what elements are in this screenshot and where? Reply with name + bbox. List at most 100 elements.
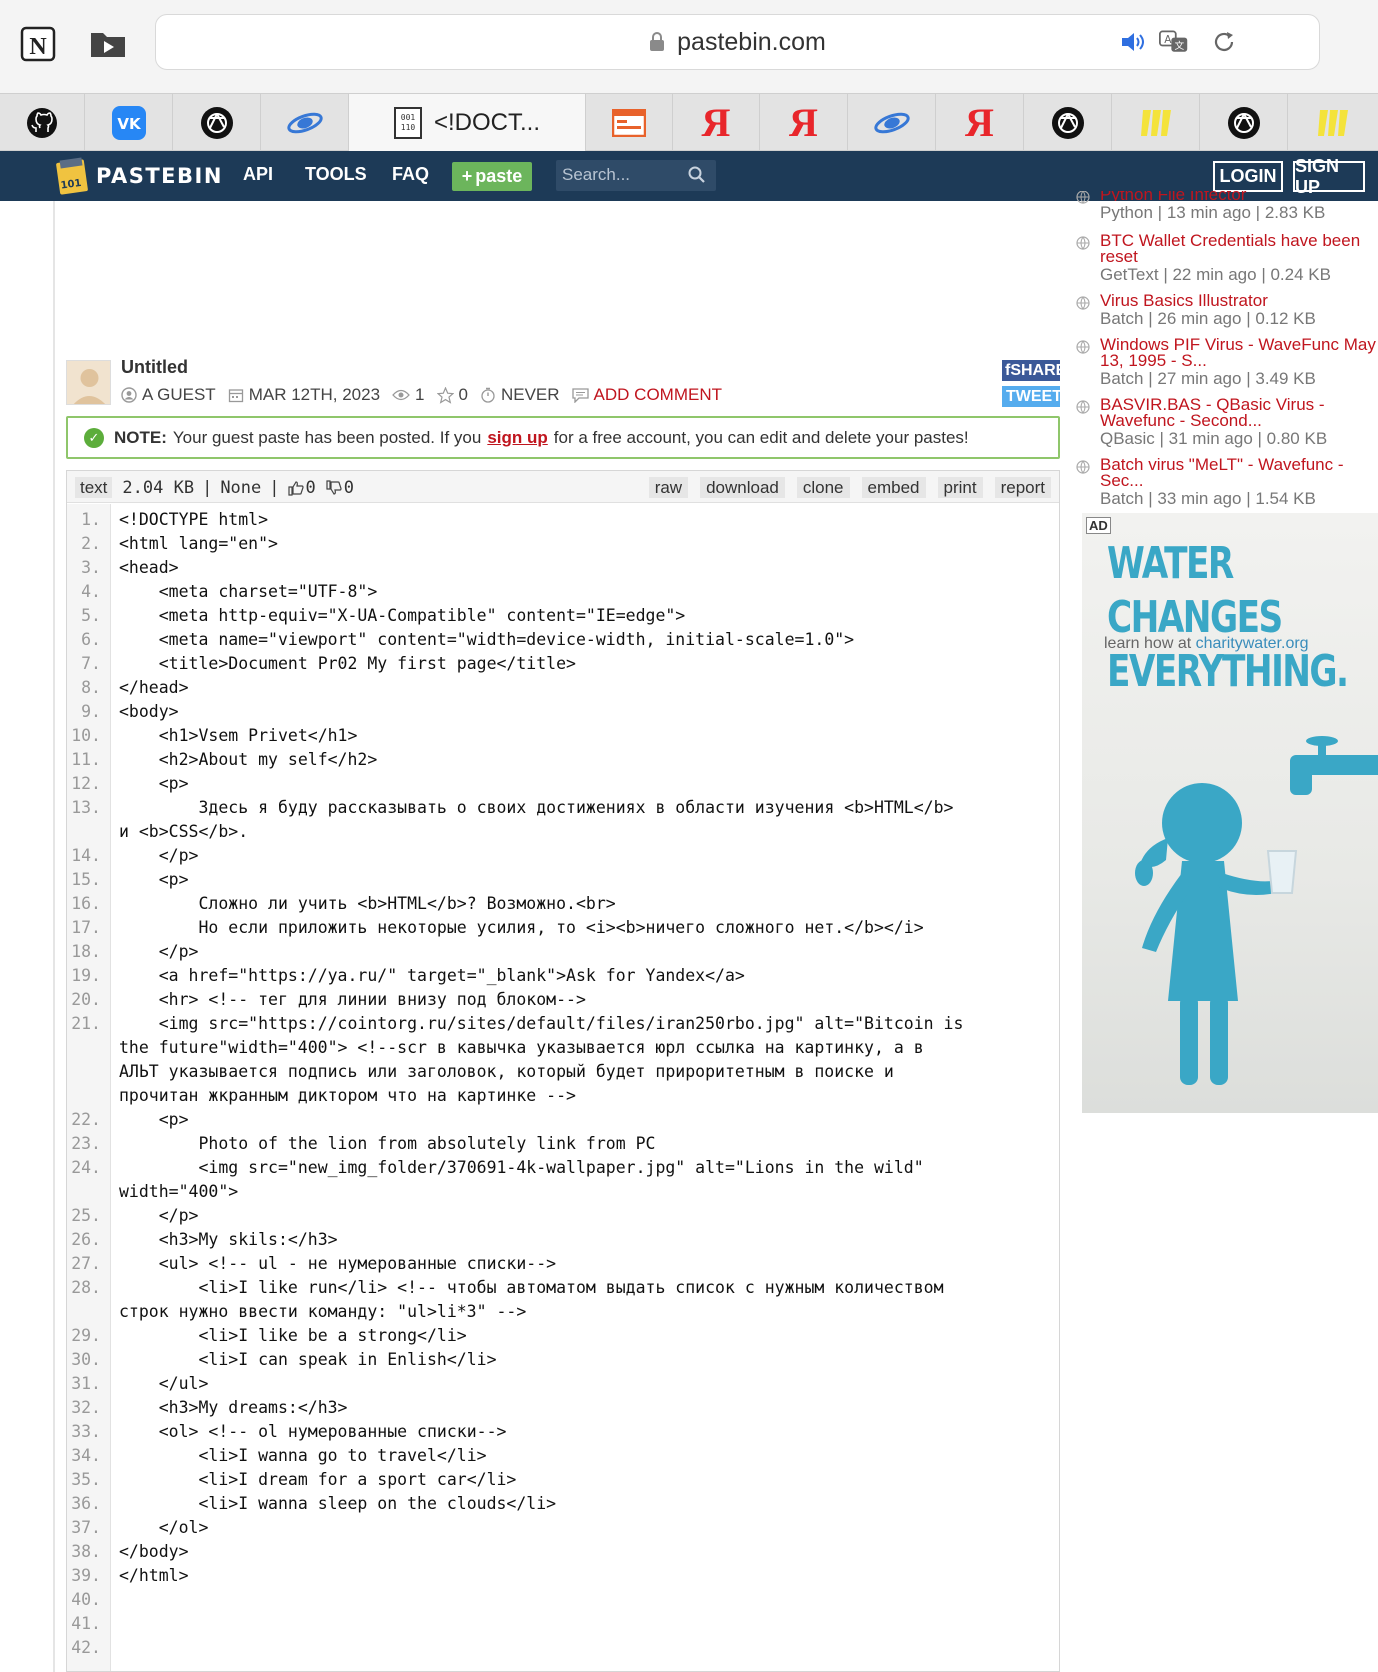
translate-icon[interactable]: A文 (1159, 27, 1189, 57)
code-line: 5. <meta http-equiv="X-UA-Compatible" co… (67, 604, 1059, 628)
recent-paste-item[interactable]: Batch virus "MeLT" - Wavefunc - Sec... B… (1072, 457, 1378, 509)
search-icon[interactable] (688, 166, 706, 184)
code-text: <li>I like be a strong</li> (119, 1326, 467, 1345)
search-input[interactable] (562, 165, 682, 185)
meta-comment[interactable]: ADD COMMENT (571, 385, 722, 405)
nav-api[interactable]: API (243, 164, 273, 185)
line-number: 35. (71, 1470, 101, 1489)
ad-link[interactable]: charitywater.org (1196, 635, 1309, 652)
print-button[interactable]: print (937, 477, 983, 498)
tab-saturn-2[interactable] (848, 94, 936, 151)
meta-views: 1 (392, 385, 425, 405)
like-button[interactable]: 0 (287, 478, 316, 498)
tab-yandex-3[interactable]: Я (936, 94, 1024, 151)
svg-text:A: A (1164, 34, 1172, 46)
tab-vk[interactable]: VK (85, 94, 173, 151)
tab-stripes-2[interactable] (1288, 94, 1378, 151)
notion-icon[interactable]: N (14, 20, 62, 68)
code-line: 36. <li>I wanna sleep on the clouds</li> (67, 1492, 1059, 1516)
recent-lang: Python (1100, 203, 1153, 221)
recent-paste-title[interactable]: Batch virus "MeLT" - Wavefunc - Sec... (1100, 457, 1378, 489)
reload-icon[interactable] (1209, 27, 1239, 57)
ad-subtext: learn how at charitywater.org (1104, 635, 1309, 653)
syntax-badge[interactable]: text (75, 477, 113, 498)
site-logo[interactable]: 101 PASTEBIN (56, 157, 223, 195)
code-toolbar: text 2.04 KB | None | 0 0 raw download c… (67, 471, 1059, 503)
thumbs-up-icon (287, 480, 304, 496)
tab-window[interactable] (586, 94, 673, 151)
meta-stars[interactable]: 0 (436, 385, 468, 405)
recent-paste-item[interactable]: Python File Infector Python | 13 min ago… (1072, 191, 1378, 221)
line-number: 21. (71, 1014, 101, 1033)
tab-openai-3[interactable] (1200, 94, 1288, 151)
nav-faq[interactable]: FAQ (392, 164, 429, 185)
tab-yandex-1[interactable]: Я (673, 94, 760, 151)
signup-link[interactable]: sign up (487, 428, 547, 448)
meta-author[interactable]: A GUEST (121, 385, 216, 405)
tab-github[interactable] (0, 94, 85, 151)
report-button[interactable]: report (994, 477, 1051, 498)
openai-icon (1227, 106, 1260, 139)
tab-stripes[interactable] (1112, 94, 1200, 151)
code-line: 22. <p> (67, 1108, 1059, 1132)
share-button[interactable]: fSHARE (1002, 360, 1060, 381)
recent-size: 3.49 KB (1255, 369, 1316, 388)
code-text: <h3>My dreams:</h3> (119, 1398, 348, 1417)
url-text: pastebin.com (677, 27, 826, 56)
speaker-icon[interactable] (1119, 27, 1149, 57)
line-number: 7. (81, 654, 101, 673)
yandex-icon: Я (789, 100, 818, 145)
tab-openai-2[interactable] (1024, 94, 1112, 151)
avatar (66, 360, 111, 405)
embed-button[interactable]: embed (861, 477, 926, 498)
code-text: <a href="https://ya.ru/" target="_blank"… (119, 966, 745, 985)
line-number: 40. (71, 1590, 101, 1609)
line-number: 30. (71, 1350, 101, 1369)
tab-active-paste[interactable]: 001 110 <!DOCT... (349, 94, 586, 151)
media-folder-icon[interactable] (84, 20, 132, 68)
code-content[interactable]: 1. <!DOCTYPE html> 2. <html lang="en"> 3. <he… (67, 508, 1059, 1660)
recent-paste-item[interactable]: BASVIR.BAS - QBasic Virus - Wavefunc - S… (1072, 397, 1378, 449)
download-button[interactable]: download (700, 477, 785, 498)
saturn-icon (286, 112, 323, 133)
login-button[interactable]: LOGIN (1213, 161, 1283, 192)
line-number: 1. (81, 510, 101, 529)
code-text: <hr> <!-- тег для линии внизу под блоком… (119, 990, 586, 1009)
signup-button[interactable]: SIGN UP (1293, 156, 1365, 197)
notice-text-before: Your guest paste has been posted. If you (172, 427, 482, 447)
openai-icon (1051, 106, 1084, 139)
new-paste-button[interactable]: + paste (452, 162, 532, 191)
recent-paste-title[interactable]: BTC Wallet Credentials have been reset (1100, 233, 1378, 265)
tab-saturn[interactable] (261, 94, 349, 151)
tab-openai[interactable] (173, 94, 261, 151)
recent-size: 0.80 KB (1266, 429, 1328, 448)
clone-button[interactable]: clone (796, 477, 850, 498)
tweet-button[interactable]: TWEET (1002, 386, 1060, 407)
code-text: <!DOCTYPE html> (119, 510, 269, 529)
add-comment-link[interactable]: ADD COMMENT (594, 385, 722, 405)
recent-paste-title[interactable]: Python File Infector (1100, 191, 1378, 201)
code-text: <body> (119, 702, 179, 721)
browser-toolbar: N pastebin.com A文 (0, 0, 1378, 93)
recent-paste-item[interactable]: Virus Basics Illustrator Batch | 26 min … (1072, 293, 1378, 333)
svg-text:VK: VK (117, 115, 142, 133)
recent-paste-item[interactable]: BTC Wallet Credentials have been reset G… (1072, 233, 1378, 285)
nav-tools[interactable]: TOOLS (305, 164, 367, 185)
recent-size: 1.54 KB (1255, 489, 1316, 508)
author-name: A GUEST (142, 385, 216, 404)
recent-paste-title[interactable]: BASVIR.BAS - QBasic Virus - Wavefunc - S… (1100, 397, 1378, 429)
charity-water-ad[interactable]: AD WATER CHANGES EVERYTHING. learn how a… (1082, 513, 1378, 1113)
recent-paste-item[interactable]: Windows PIF Virus - WaveFunc May 13, 199… (1072, 337, 1378, 389)
address-bar[interactable]: pastebin.com A文 (155, 14, 1320, 70)
code-text: <head> (119, 558, 179, 577)
code-line: 15. <p> (67, 868, 1059, 892)
dislike-button[interactable]: 0 (326, 478, 354, 498)
meta-date: MAR 12TH, 2023 (228, 385, 380, 405)
tab-yandex-2[interactable]: Я (760, 94, 848, 151)
recent-paste-title[interactable]: Virus Basics Illustrator (1100, 293, 1378, 309)
stripes-icon (1318, 109, 1348, 136)
recent-paste-title[interactable]: Windows PIF Virus - WaveFunc May 13, 199… (1100, 337, 1378, 369)
raw-button[interactable]: raw (648, 477, 689, 498)
